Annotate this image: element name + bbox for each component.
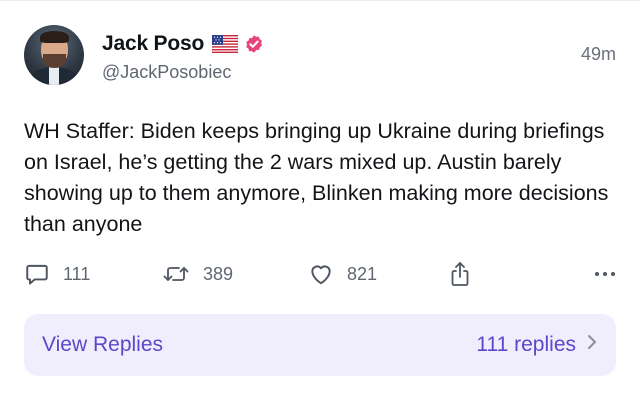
action-bar: 111 389 821 [24, 258, 616, 290]
view-replies-label[interactable]: View Replies [42, 333, 163, 357]
replies-count-link[interactable]: 111 replies [476, 333, 598, 357]
post-text: WH Staffer: Biden keeps bringing up Ukra… [24, 119, 609, 236]
reply-button[interactable]: 111 [24, 258, 90, 290]
view-replies-bar[interactable]: View Replies 111 replies [24, 314, 616, 376]
repost-button[interactable]: 389 [162, 258, 233, 290]
like-button[interactable]: 821 [308, 258, 377, 290]
post-timestamp: 49m [580, 44, 616, 64]
avatar-shirt [49, 67, 59, 85]
heart-icon [308, 261, 334, 287]
more-options-button[interactable] [594, 258, 616, 290]
share-icon [448, 260, 472, 288]
repost-icon [162, 261, 190, 287]
more-icon [594, 270, 616, 278]
author-handle[interactable]: @JackPosobiec [102, 62, 231, 83]
chevron-right-icon [576, 333, 598, 357]
replies-count-label: 111 replies [476, 333, 576, 356]
top-divider [0, 0, 640, 1]
verified-badge-icon [244, 34, 264, 54]
reply-count: 111 [63, 263, 91, 284]
repost-count: 389 [203, 263, 234, 284]
like-count: 821 [347, 263, 378, 284]
us-flag-icon [211, 34, 239, 54]
author-name[interactable]: Jack Poso [102, 32, 204, 56]
avatar[interactable] [24, 25, 84, 85]
comment-icon [24, 261, 50, 287]
avatar-hair [40, 31, 69, 43]
author-row: Jack Poso [102, 30, 264, 58]
share-button[interactable] [448, 258, 472, 290]
avatar-beard [43, 54, 66, 68]
